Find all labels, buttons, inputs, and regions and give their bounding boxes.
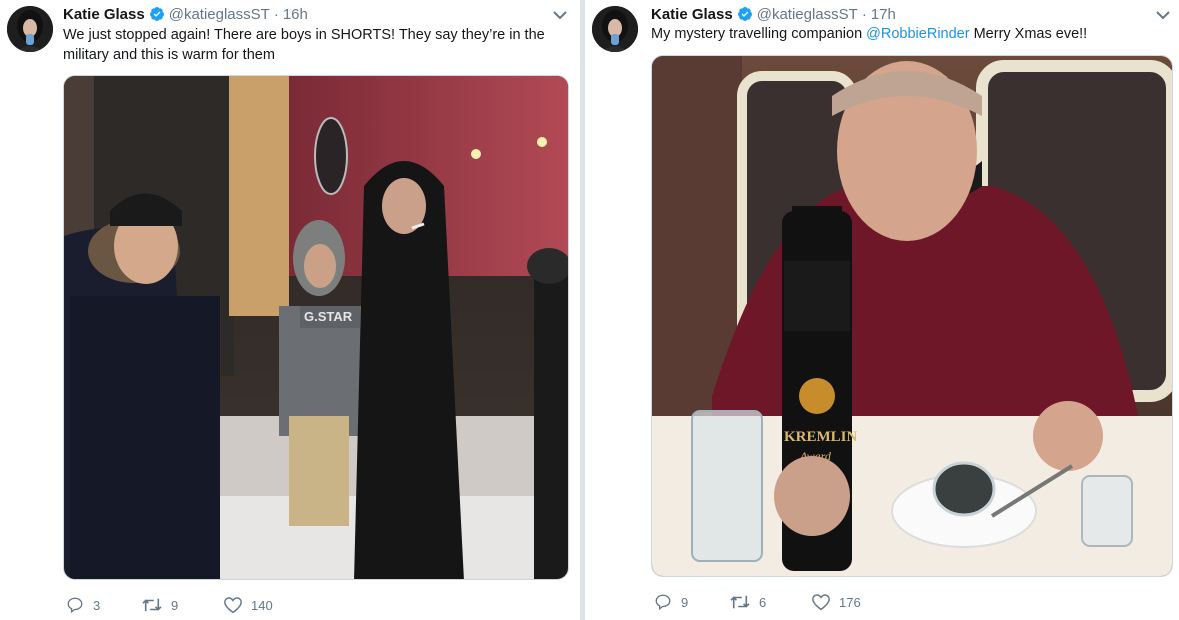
retweet-count: 9 (171, 597, 179, 613)
mention-link[interactable]: @RobbieRinder (866, 26, 969, 42)
retweet-button[interactable]: 6 (729, 593, 811, 611)
verified-badge-icon (737, 6, 753, 22)
tweet-timestamp[interactable]: 17h (871, 6, 896, 23)
separator-dot: · (861, 5, 867, 23)
chevron-down-icon[interactable] (1155, 8, 1171, 22)
tweet-header: Katie Glass @katieglassST · 16h (63, 4, 308, 24)
tweet-card[interactable]: Katie Glass @katieglassST · 17h My myste… (585, 0, 1179, 620)
like-count: 176 (839, 594, 861, 610)
tweet-text-end: Merry Xmas eve!! (969, 26, 1088, 42)
tweet-photo[interactable]: G.STAR (63, 75, 569, 580)
retweet-button[interactable]: 9 (141, 596, 223, 614)
tweet-text-start: My mystery travelling companion (651, 26, 867, 42)
like-button[interactable]: 140 (223, 596, 273, 614)
author-name[interactable]: Katie Glass (63, 6, 145, 23)
chevron-down-icon[interactable] (552, 8, 568, 22)
avatar[interactable] (592, 6, 638, 52)
tweet-header: Katie Glass @katieglassST · 17h (651, 4, 896, 24)
author-handle[interactable]: @katieglassST (757, 6, 858, 23)
tweet-actions: 3 9 140 (65, 596, 273, 614)
bottle-label-brand: KREMLIN (784, 429, 858, 445)
heart-icon (224, 597, 242, 614)
retweet-count: 6 (759, 594, 767, 610)
like-button[interactable]: 176 (811, 593, 861, 611)
author-name[interactable]: Katie Glass (651, 6, 733, 23)
reply-button[interactable]: 9 (653, 593, 729, 611)
reply-icon (67, 597, 83, 614)
tweet-text: We just stopped again! There are boys in… (63, 27, 545, 63)
retweet-icon (142, 598, 162, 612)
reply-count: 9 (681, 594, 689, 610)
tweet-photo[interactable]: KREMLIN Award (651, 55, 1173, 577)
tweet-card[interactable]: Katie Glass @katieglassST · 16h We just … (0, 0, 580, 620)
tweet-text: My mystery travelling companion @RobbieR… (651, 24, 1161, 44)
reply-button[interactable]: 3 (65, 596, 141, 614)
author-handle[interactable]: @katieglassST (169, 6, 270, 23)
hoodie-logo-text: G.STAR (304, 309, 353, 324)
heart-icon (812, 594, 830, 611)
retweet-icon (730, 595, 750, 609)
tweet-actions: 9 6 176 (653, 593, 861, 611)
reply-count: 3 (93, 597, 101, 613)
separator-dot: · (273, 5, 279, 23)
verified-badge-icon (149, 6, 165, 22)
like-count: 140 (251, 597, 273, 613)
avatar[interactable] (7, 6, 53, 52)
tweet-timestamp[interactable]: 16h (283, 6, 308, 23)
reply-icon (655, 594, 671, 611)
